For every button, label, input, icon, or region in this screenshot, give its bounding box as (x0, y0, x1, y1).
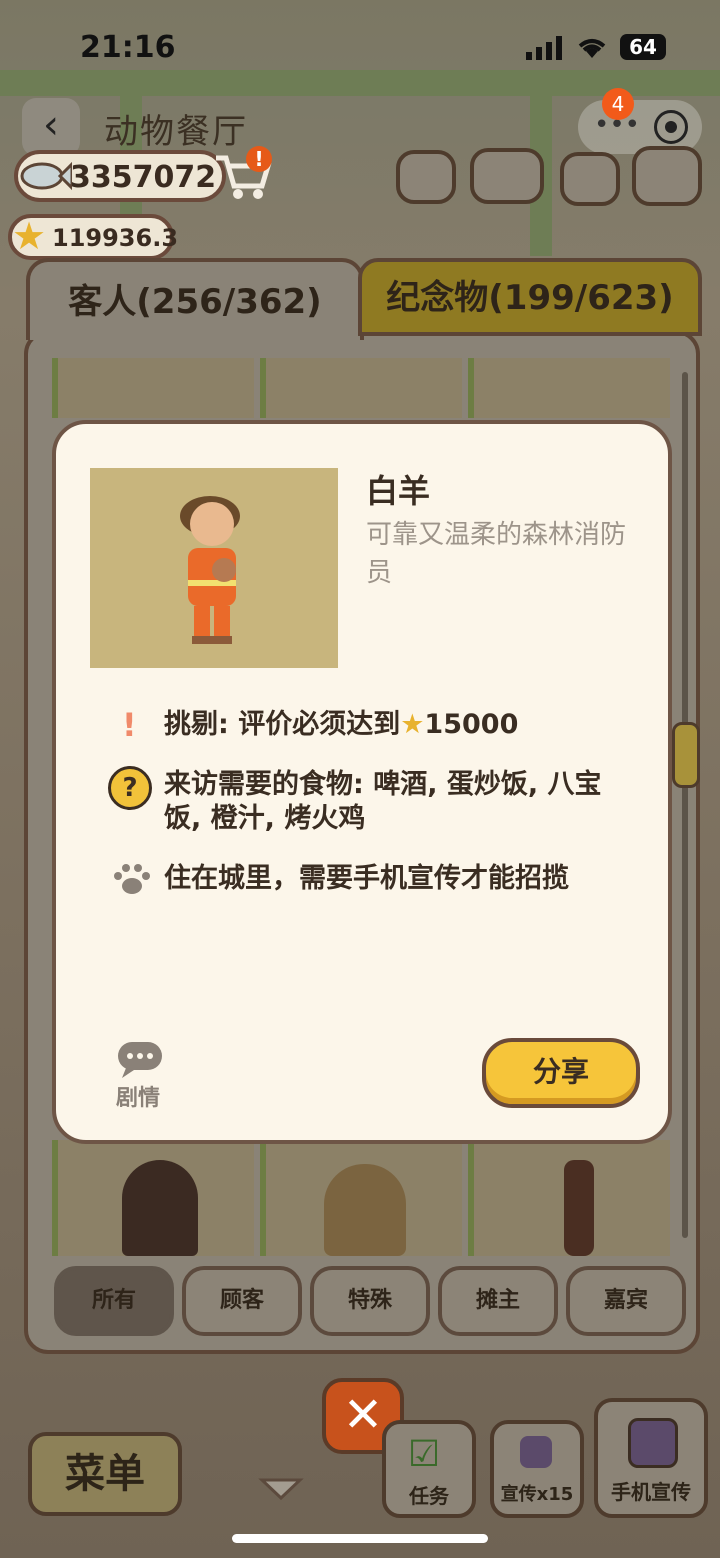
home-indicator (232, 1534, 488, 1543)
filter-special[interactable]: 特殊 (310, 1266, 430, 1336)
character-description: 可靠又温柔的森林消防员 (366, 520, 627, 588)
checkbox-icon: ☑ (408, 1434, 441, 1475)
map-icon[interactable] (632, 146, 702, 206)
side-handle[interactable] (672, 722, 700, 788)
star-icon: ★ (12, 214, 47, 258)
promote-button[interactable]: 宣传x15 (490, 1420, 584, 1518)
tab-guests-label: 客人(256/362) (68, 282, 322, 322)
fish-icon (20, 161, 72, 191)
newspaper-icon[interactable] (396, 150, 456, 204)
promotion-icon (520, 1436, 552, 1468)
cart-alert-badge: ! (246, 146, 272, 172)
status-bar: 21:16 64 (0, 0, 720, 90)
close-mini-program-icon[interactable] (654, 110, 688, 144)
story-label[interactable]: 剧情 (116, 1080, 160, 1112)
paw-icon (114, 864, 150, 894)
bear-silhouette (122, 1160, 198, 1256)
food-requirement-row: 来访需要的食物: 啤酒, 蛋炒饭, 八宝饭, 橙汁, 烤火鸡 (164, 769, 602, 834)
star-currency: ★ 119936.3 (8, 214, 178, 260)
phone-icon (628, 1418, 678, 1468)
guest-card[interactable] (468, 358, 670, 418)
requirement-row: 挑剔: 评价必须达到★15000 (164, 709, 519, 740)
guest-card[interactable] (260, 358, 462, 418)
guest-card[interactable] (52, 1140, 254, 1256)
chat-bubble-icon[interactable] (116, 1040, 164, 1078)
tab-souvenirs-label: 纪念物(199/623) (386, 278, 674, 318)
notification-badge: 4 (602, 88, 634, 120)
share-button[interactable]: 分享 (482, 1038, 640, 1108)
scrollbar[interactable] (682, 372, 688, 1238)
filter-customers[interactable]: 顾客 (182, 1266, 302, 1336)
recipe-book-icon[interactable] (470, 148, 544, 204)
exclamation-icon: ! (122, 706, 137, 744)
tab-souvenirs[interactable]: 纪念物(199/623) (358, 258, 702, 336)
character-name: 白羊 (366, 472, 431, 510)
menu-button[interactable]: 菜单 (28, 1432, 182, 1516)
guest-card[interactable] (52, 358, 254, 418)
fish-currency: 3357072 (14, 150, 226, 202)
filter-all[interactable]: 所有 (54, 1266, 174, 1336)
status-time: 21:16 (80, 30, 176, 65)
filter-guests[interactable]: 嘉宾 (566, 1266, 686, 1336)
guest-card[interactable] (260, 1140, 462, 1256)
filter-vendors[interactable]: 摊主 (438, 1266, 558, 1336)
hamster-figure (324, 1164, 406, 1256)
back-button[interactable]: ‹ (22, 98, 80, 156)
phone-promote-button[interactable]: 手机宣传 (594, 1398, 708, 1518)
signal-icon (526, 36, 562, 60)
battery-icon: 64 (620, 34, 666, 60)
tab-guests[interactable]: 客人(256/362) (26, 258, 364, 340)
wifi-icon (578, 39, 606, 58)
tasks-button[interactable]: ☑ 任务 (382, 1420, 476, 1518)
question-icon: ? (108, 766, 152, 810)
dog-figure (564, 1160, 594, 1256)
character-portrait (90, 468, 338, 668)
location-row: 住在城里，需要手机宣传才能招揽 (164, 863, 569, 894)
gift-icon[interactable] (560, 152, 620, 206)
chevron-down-icon[interactable] (258, 1476, 304, 1502)
guest-card[interactable] (468, 1140, 670, 1256)
star-icon: ★ (400, 709, 425, 740)
firefighter-illustration (180, 496, 240, 644)
